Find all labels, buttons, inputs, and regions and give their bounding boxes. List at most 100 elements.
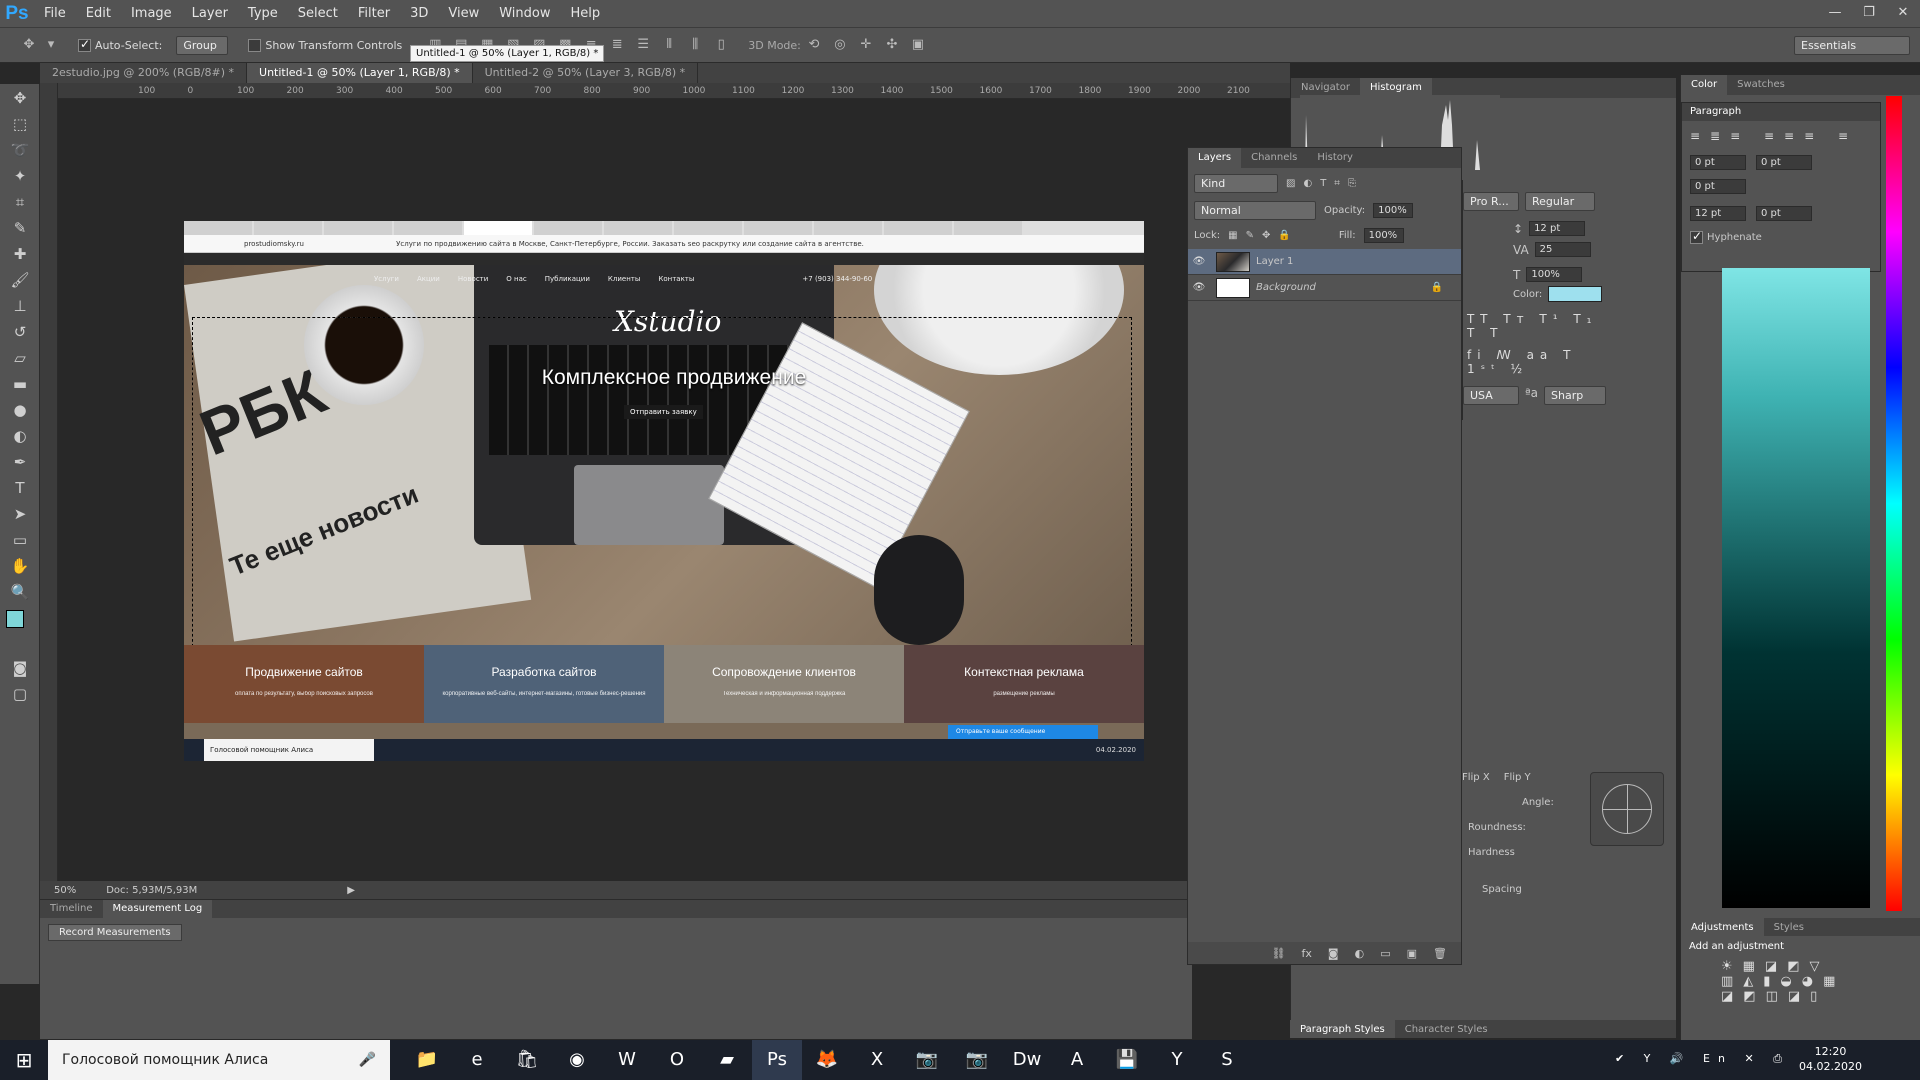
tab-color[interactable]: Color: [1681, 75, 1728, 95]
distribute-bottom-icon[interactable]: ☰: [634, 36, 652, 54]
filter-adjust-icon[interactable]: ◐: [1303, 178, 1312, 189]
zoom-level[interactable]: 50%: [54, 885, 76, 896]
flip-x-checkbox[interactable]: Flip X: [1462, 772, 1490, 783]
blend-mode-select[interactable]: Normal: [1194, 201, 1316, 220]
crop-tool-icon[interactable]: ⌗: [6, 190, 34, 214]
new-layer-icon[interactable]: ▣: [1407, 947, 1417, 960]
hue-slider[interactable]: [1886, 96, 1902, 911]
lock-all-icon[interactable]: 🔒: [1278, 230, 1290, 241]
store-icon[interactable]: 🛍: [502, 1040, 552, 1080]
drag-3d-icon[interactable]: ✛: [857, 36, 875, 54]
windows-start-icon[interactable]: ⊞: [0, 1040, 48, 1080]
tab-character-styles[interactable]: Character Styles: [1395, 1020, 1498, 1038]
edge-icon[interactable]: e: [452, 1040, 502, 1080]
roll-3d-icon[interactable]: ◎: [831, 36, 849, 54]
system-tray-icons[interactable]: ✔ Y 🔊 En ✕ ⎙: [1615, 1052, 1790, 1066]
hand-tool-icon[interactable]: ✋: [6, 554, 34, 578]
doc-tab-active[interactable]: Untitled-1 @ 50% (Layer 1, RGB/8) *: [247, 63, 473, 83]
lock-pixels-icon[interactable]: ✎: [1246, 230, 1254, 241]
tab-timeline[interactable]: Timeline: [40, 900, 103, 918]
auto-align-icon[interactable]: ▯: [712, 36, 730, 54]
tab-layers[interactable]: Layers: [1188, 148, 1242, 168]
flip-y-checkbox[interactable]: Flip Y: [1504, 772, 1531, 783]
save-app-icon[interactable]: 💾: [1102, 1040, 1152, 1080]
tab-paragraph-styles[interactable]: Paragraph Styles: [1290, 1020, 1395, 1038]
menu-layer[interactable]: Layer: [182, 0, 238, 27]
color-swatches[interactable]: [6, 610, 33, 650]
font-family-select[interactable]: Pro R...: [1463, 192, 1519, 211]
type-tool-icon[interactable]: T: [6, 476, 34, 500]
dreamweaver-icon[interactable]: Dw: [1002, 1040, 1052, 1080]
menu-type[interactable]: Type: [238, 0, 288, 27]
tracking-field[interactable]: 25: [1534, 242, 1591, 257]
lasso-tool-icon[interactable]: ➰: [6, 138, 34, 162]
distribute-right-icon[interactable]: ⫼: [686, 36, 704, 54]
adjustment-icons[interactable]: ☀▦◪◩▽ ▥◭▮◒◕▦ ◪◩◫◪▯: [1721, 959, 1881, 1004]
indent-right-field[interactable]: 0 pt: [1756, 155, 1812, 170]
doc-tab[interactable]: 2estudio.jpg @ 200% (RGB/8#) *: [40, 63, 248, 83]
path-select-icon[interactable]: ➤: [6, 502, 34, 526]
quick-mask-icon[interactable]: ◙: [6, 656, 34, 680]
tab-measurement-log[interactable]: Measurement Log: [102, 900, 213, 918]
eyedropper-icon[interactable]: ✎: [6, 216, 34, 240]
move-tool-icon[interactable]: ✥: [6, 86, 34, 110]
chevron-down-icon[interactable]: ▾: [46, 36, 56, 54]
space-after-field[interactable]: 0 pt: [1756, 206, 1812, 221]
filter-smart-icon[interactable]: ⎘: [1348, 178, 1356, 189]
adjustment-layer-icon[interactable]: ◐: [1355, 947, 1365, 960]
link-layers-icon[interactable]: ⛓: [1272, 947, 1286, 960]
delete-layer-icon[interactable]: 🗑: [1433, 947, 1447, 960]
menu-filter[interactable]: Filter: [348, 0, 400, 27]
menu-file[interactable]: File: [34, 0, 76, 27]
lock-position-icon[interactable]: ✥: [1262, 230, 1270, 241]
opera-icon[interactable]: O: [652, 1040, 702, 1080]
close-icon[interactable]: ✕: [1886, 0, 1920, 24]
text-color-swatch[interactable]: [1548, 286, 1603, 302]
scale-field[interactable]: 100%: [1526, 267, 1583, 282]
word-icon[interactable]: W: [602, 1040, 652, 1080]
workspace-select[interactable]: Essentials: [1794, 35, 1910, 55]
filter-type-icon[interactable]: T: [1320, 178, 1326, 189]
layer-filter-select[interactable]: Kind: [1194, 174, 1278, 193]
leading-field[interactable]: 12 pt: [1529, 221, 1586, 236]
auto-select-checkbox[interactable]: [78, 37, 91, 52]
menu-view[interactable]: View: [438, 0, 489, 27]
eraser-icon[interactable]: ▱: [6, 346, 34, 370]
layer-row[interactable]: 👁 Layer 1: [1188, 249, 1461, 275]
gradient-tool-icon[interactable]: ▬: [6, 372, 34, 396]
scale-3d-icon[interactable]: ▣: [909, 36, 927, 54]
show-transform-checkbox[interactable]: [248, 38, 262, 52]
move-tool-icon[interactable]: ✥: [20, 36, 38, 54]
layer-row[interactable]: 👁 Background 🔒: [1188, 275, 1461, 301]
chrome-icon[interactable]: ◉: [552, 1040, 602, 1080]
notes-icon[interactable]: ▰: [702, 1040, 752, 1080]
healing-brush-icon[interactable]: ✚: [6, 242, 34, 266]
zoom-tool-icon[interactable]: 🔍: [6, 580, 34, 604]
file-explorer-icon[interactable]: 📁: [402, 1040, 452, 1080]
stamp-tool-icon[interactable]: ⊥: [6, 294, 34, 318]
firefox-icon[interactable]: 🦊: [802, 1040, 852, 1080]
screen-mode-icon[interactable]: ▢: [6, 682, 34, 706]
layer-name[interactable]: Layer 1: [1256, 256, 1293, 267]
visibility-eye-icon[interactable]: 👁: [1188, 256, 1210, 267]
group-select[interactable]: Group: [176, 35, 229, 55]
camera-icon[interactable]: 📷: [902, 1040, 952, 1080]
menu-help[interactable]: Help: [561, 0, 611, 27]
indent-left-field[interactable]: 0 pt: [1690, 155, 1746, 170]
menu-3d[interactable]: 3D: [400, 0, 438, 27]
lock-transparent-icon[interactable]: ▦: [1228, 230, 1237, 241]
filter-pixel-icon[interactable]: ▨: [1286, 178, 1295, 189]
menu-window[interactable]: Window: [489, 0, 560, 27]
magic-wand-icon[interactable]: ✦: [6, 164, 34, 188]
distribute-left-icon[interactable]: ⫴: [660, 36, 678, 54]
antialias-select[interactable]: Sharp: [1544, 386, 1607, 405]
menu-image[interactable]: Image: [121, 0, 182, 27]
tab-styles[interactable]: Styles: [1764, 918, 1814, 936]
tab-swatches[interactable]: Swatches: [1727, 75, 1795, 95]
tab-adjustments[interactable]: Adjustments: [1681, 918, 1764, 936]
acrobat-icon[interactable]: A: [1052, 1040, 1102, 1080]
play-icon[interactable]: ▶: [347, 885, 355, 896]
font-style-select[interactable]: Regular: [1525, 192, 1595, 211]
brush-tool-icon[interactable]: 🖌: [6, 268, 34, 292]
camera-2-icon[interactable]: 📷: [952, 1040, 1002, 1080]
